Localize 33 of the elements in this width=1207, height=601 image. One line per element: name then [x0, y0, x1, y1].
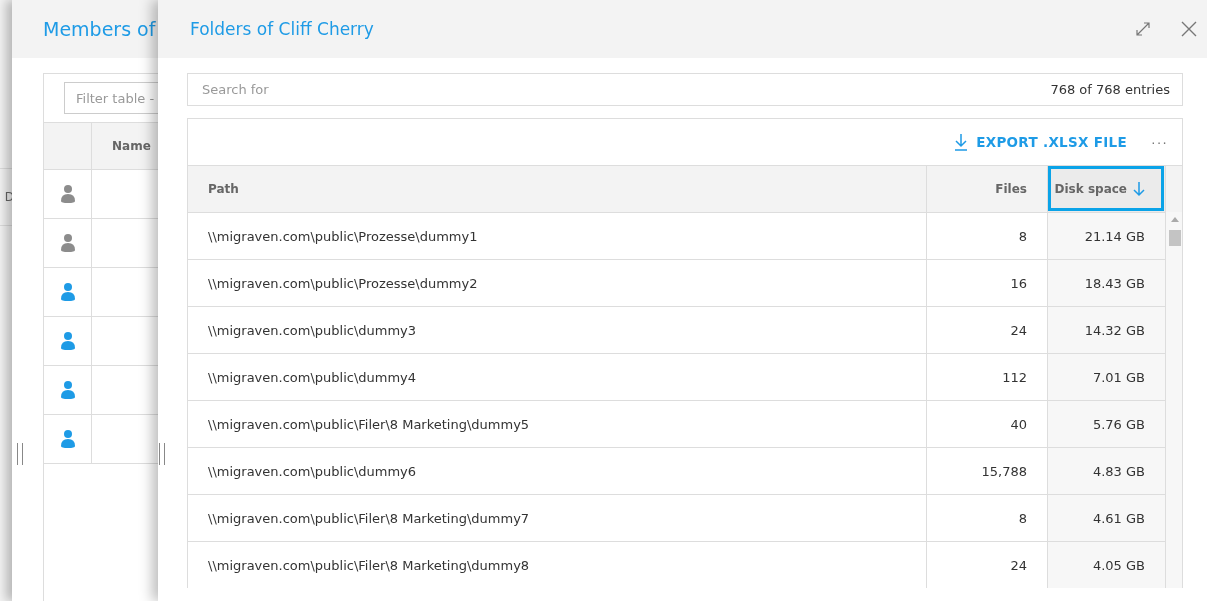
table-cell: \\migraven.com\public\dummy4 [188, 353, 926, 400]
table-cell: 4.61 GB [1047, 494, 1165, 541]
table-cell: 4.05 GB [1047, 541, 1165, 588]
search-field[interactable]: Search for [200, 81, 1051, 98]
scrollbar[interactable] [1165, 212, 1182, 588]
table-cell: \\migraven.com\public\Prozesse\dummy2 [188, 259, 926, 306]
table-cell: 18.43 GB [1047, 259, 1165, 306]
table-cell: \\migraven.com\public\dummy3 [188, 306, 926, 353]
column-header[interactable]: Path [208, 182, 239, 196]
close-icon[interactable] [1181, 21, 1197, 37]
export-button[interactable]: EXPORT .XLSX FILE [950, 129, 1131, 155]
panel-title: Folders of Cliff Cherry [190, 19, 374, 39]
table-cell: \\migraven.com\public\Filer\8 Marketing\dummy7 [188, 494, 926, 541]
entry-count: 768 of 768 entries [1050, 82, 1170, 97]
download-icon [954, 133, 969, 151]
table-cell: 7.01 GB [1047, 353, 1165, 400]
resize-handle[interactable] [17, 443, 23, 465]
resize-handle[interactable] [159, 443, 165, 465]
scrollbar-thumb[interactable] [1169, 230, 1181, 246]
table-cell: \\migraven.com\public\Prozesse\dummy1 [188, 212, 926, 259]
table-cell: \\migraven.com\public\dummy6 [188, 447, 926, 494]
table-cell: 14.32 GB [1047, 306, 1165, 353]
table-cell: \\migraven.com\public\Filer\8 Marketing\dummy8 [188, 541, 926, 588]
panel-title: Members of [43, 18, 156, 40]
more-button[interactable]: ··· [1151, 134, 1168, 150]
scroll-up-icon[interactable] [1170, 216, 1180, 222]
table-cell: 5.76 GB [1047, 400, 1165, 447]
expand-icon[interactable] [1135, 21, 1151, 37]
column-header[interactable]: Files [995, 182, 1027, 196]
table-cell: 4.83 GB [1047, 447, 1165, 494]
table-cell: \\migraven.com\public\Filer\8 Marketing\dummy5 [188, 400, 926, 447]
search-bar[interactable]: Search for 768 of 768 entries [187, 73, 1183, 106]
table-cell: 21.14 GB [1047, 212, 1165, 259]
